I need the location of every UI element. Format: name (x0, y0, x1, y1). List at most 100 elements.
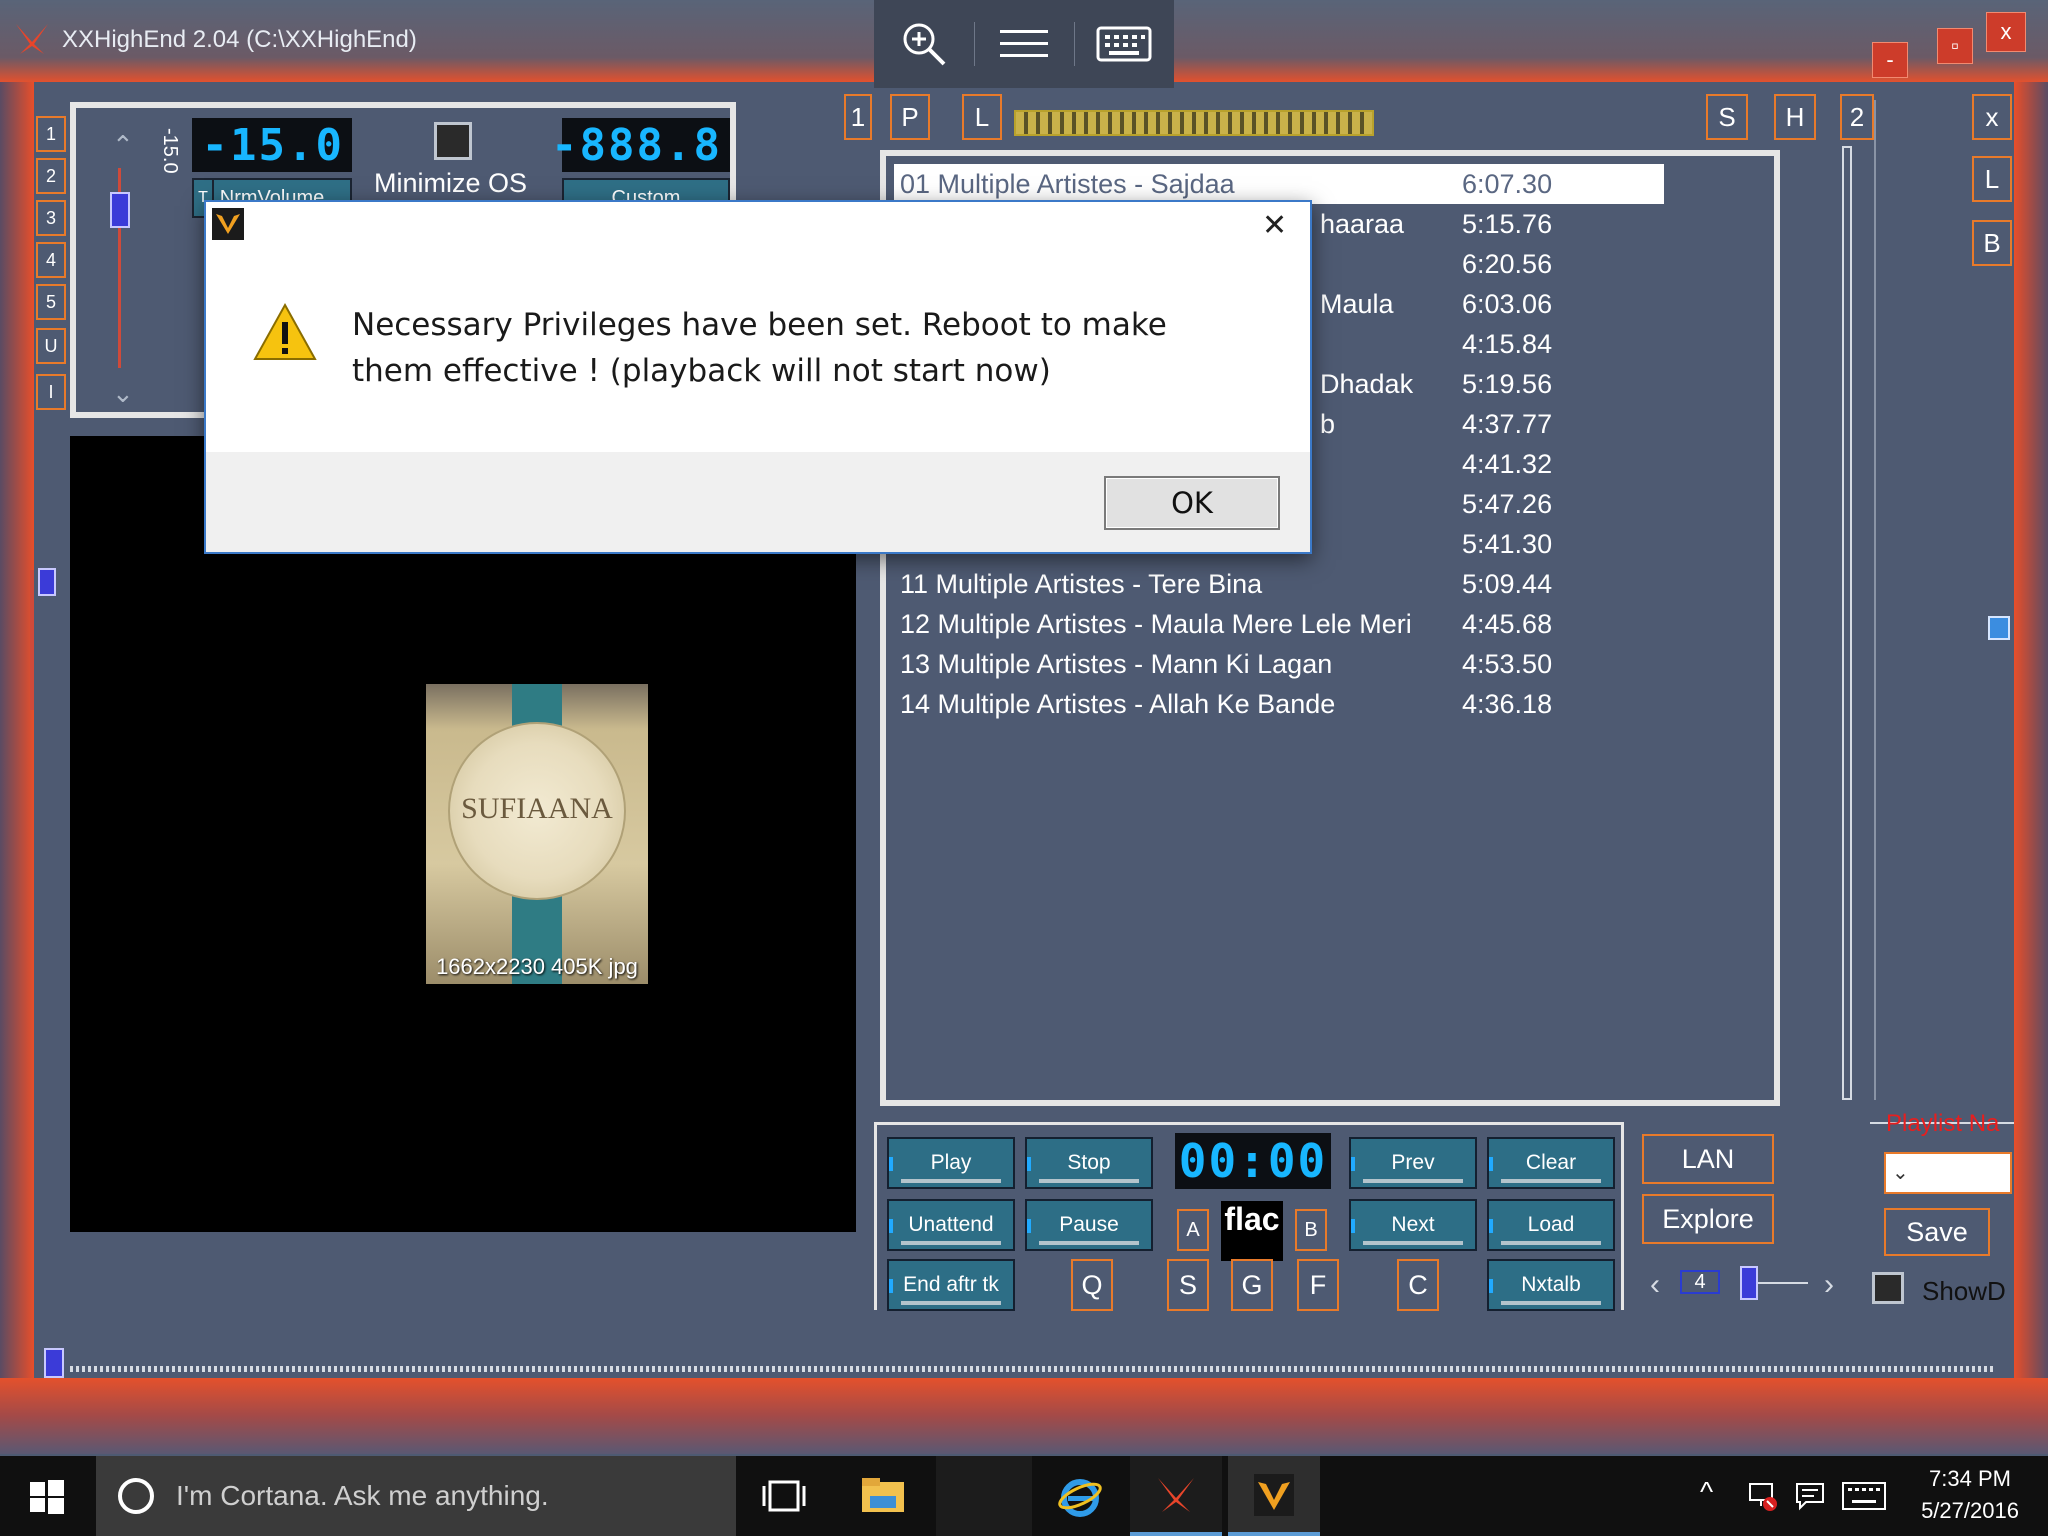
volume-up-icon[interactable]: ⌃ (112, 130, 134, 161)
playlist-name-select[interactable]: ⌄ (1884, 1152, 2012, 1194)
playlist-row[interactable]: 13 Multiple Artistes - Mann Ki Lagan 4:53… (894, 644, 1664, 684)
notifications-icon[interactable] (1794, 1480, 1826, 1512)
page-slider-thumb[interactable] (1740, 1266, 1758, 1300)
balance-slider-thumb[interactable] (38, 568, 56, 596)
f-button[interactable]: F (1297, 1259, 1339, 1311)
clear-button[interactable]: Clear (1487, 1137, 1615, 1189)
explore-button[interactable]: Explore (1642, 1194, 1774, 1244)
g-button[interactable]: G (1231, 1259, 1273, 1311)
playlist-row[interactable]: 14 Multiple Artistes - Allah Ke Bande 4:3… (894, 684, 1664, 724)
taskbar-app-xxhighend[interactable] (1130, 1456, 1222, 1536)
restore-button[interactable]: ▫ (1937, 28, 1973, 64)
cortana-placeholder: I'm Cortana. Ask me anything. (176, 1480, 549, 1511)
tab-5[interactable]: 5 (36, 284, 66, 320)
c-button[interactable]: C (1397, 1259, 1439, 1311)
right-tab-x[interactable]: x (1972, 94, 2012, 140)
window-title: XXHighEnd 2.04 (C:\XXHighEnd) (62, 26, 417, 53)
end-after-track-button[interactable]: End aftr tk (887, 1259, 1015, 1311)
zoom-icon[interactable] (884, 14, 964, 74)
album-cover[interactable]: SUFIAANA 1662x2230 405K jpg (426, 684, 648, 984)
task-view-icon[interactable] (762, 1478, 806, 1514)
time-display: 00:00 (1175, 1133, 1331, 1189)
tab-2[interactable]: 2 (36, 158, 66, 194)
volume-down-icon[interactable]: ⌃ (112, 376, 134, 407)
stop-button[interactable]: Stop (1025, 1137, 1153, 1189)
tab-1[interactable]: 1 (36, 116, 66, 152)
next-button[interactable]: Next (1349, 1199, 1477, 1251)
windows-start-icon[interactable] (30, 1480, 64, 1514)
page-next-icon[interactable]: › (1824, 1268, 1834, 1302)
cortana-search[interactable]: I'm Cortana. Ask me anything. (96, 1456, 736, 1536)
ok-button[interactable]: OK (1104, 476, 1280, 530)
format-badge: flac (1221, 1201, 1283, 1261)
playlist-row[interactable]: 01 Multiple Artistes - Sajdaa 6:07.30 (894, 164, 1664, 204)
tab-i[interactable]: I (36, 374, 66, 410)
seek-thumb[interactable] (44, 1348, 64, 1378)
chevron-down-icon: ⌄ (1892, 1162, 1909, 1184)
seek-ruler (70, 1366, 1996, 1372)
taskbar: I'm Cortana. Ask me anything. ^ 7:34 PM … (0, 1456, 2048, 1536)
tab-4[interactable]: 4 (36, 242, 66, 278)
keyboard-icon[interactable] (1084, 14, 1164, 74)
network-icon[interactable] (1746, 1480, 1778, 1512)
internet-explorer-icon[interactable] (1056, 1472, 1104, 1520)
touch-keyboard-icon[interactable] (1842, 1482, 1886, 1510)
play-button[interactable]: Play (887, 1137, 1015, 1189)
playlist-tab-h[interactable]: H (1774, 94, 1816, 140)
vertical-scroll-thumb[interactable] (1988, 616, 2010, 640)
cover-title: SUFIAANA (461, 792, 613, 825)
warning-icon (253, 302, 317, 360)
dialog-app-icon (212, 208, 244, 240)
playlist-tab-p[interactable]: P (890, 94, 930, 140)
taskbar-app-xxhighend-active[interactable] (1228, 1456, 1320, 1536)
frame-left (0, 82, 34, 1378)
cortana-icon (118, 1478, 154, 1514)
load-button[interactable]: Load (1487, 1199, 1615, 1251)
playlist-tab-s[interactable]: S (1706, 94, 1748, 140)
close-button[interactable]: x (1986, 12, 2026, 52)
file-explorer-icon[interactable] (860, 1476, 906, 1516)
next-album-button[interactable]: Nxtalb (1487, 1259, 1615, 1311)
page-number: 4 (1680, 1270, 1720, 1294)
buffer-ruler (1014, 110, 1374, 136)
playlist-row[interactable]: 11 Multiple Artistes - Tere Bina 5:09.44 (894, 564, 1664, 604)
clock-date[interactable]: 5/27/2016 (1900, 1498, 2040, 1524)
volume-value: -15.0 (159, 128, 181, 174)
right-tab-b[interactable]: B (1972, 220, 2012, 266)
tray-chevron-up-icon[interactable]: ^ (1700, 1476, 1713, 1508)
menu-icon[interactable] (984, 14, 1064, 74)
a-button[interactable]: A (1177, 1209, 1209, 1251)
cover-info: 1662x2230 405K jpg (436, 954, 638, 979)
frame-right (2014, 82, 2048, 1378)
q-button[interactable]: Q (1071, 1259, 1113, 1311)
s-button[interactable]: S (1167, 1259, 1209, 1311)
page-prev-icon[interactable]: ‹ (1650, 1268, 1660, 1302)
right-tab-l[interactable]: L (1972, 156, 2012, 202)
playlist-tab-l[interactable]: L (962, 94, 1002, 140)
app-logo-icon (16, 24, 48, 54)
save-button[interactable]: Save (1884, 1208, 1990, 1256)
playlist-tab-1[interactable]: 1 (844, 94, 872, 140)
minimize-button[interactable]: - (1872, 42, 1908, 78)
playlist-tab-2[interactable]: 2 (1840, 94, 1874, 140)
minimize-os-label: Minimize OS (374, 168, 528, 198)
showd-checkbox[interactable] (1872, 1272, 1904, 1304)
prev-button[interactable]: Prev (1349, 1137, 1477, 1189)
balance-slider-track (30, 570, 34, 710)
tab-u[interactable]: U (36, 328, 66, 364)
unattend-button[interactable]: Unattend (887, 1199, 1015, 1251)
clock-time[interactable]: 7:34 PM (1900, 1466, 2040, 1492)
playlist-row[interactable]: 12 Multiple Artistes - Maula Mere Lele M… (894, 604, 1664, 644)
tab-3[interactable]: 3 (36, 200, 66, 236)
message-dialog: ✕ Necessary Privileges have been set. Re… (204, 200, 1312, 554)
playlist-name-label: Playlist Na (1886, 1110, 2000, 1137)
volume-slider-thumb[interactable] (110, 192, 130, 228)
lan-button[interactable]: LAN (1642, 1134, 1774, 1184)
playlist-scrollbar[interactable] (1842, 146, 1852, 1100)
minimize-os-checkbox[interactable] (434, 122, 472, 160)
album-art-area: SUFIAANA 1662x2230 405K jpg (70, 436, 856, 1232)
pause-button[interactable]: Pause (1025, 1199, 1153, 1251)
b-button[interactable]: B (1295, 1209, 1327, 1251)
dialog-close-button[interactable]: ✕ (1262, 208, 1287, 243)
right-divider (1874, 100, 1876, 1100)
